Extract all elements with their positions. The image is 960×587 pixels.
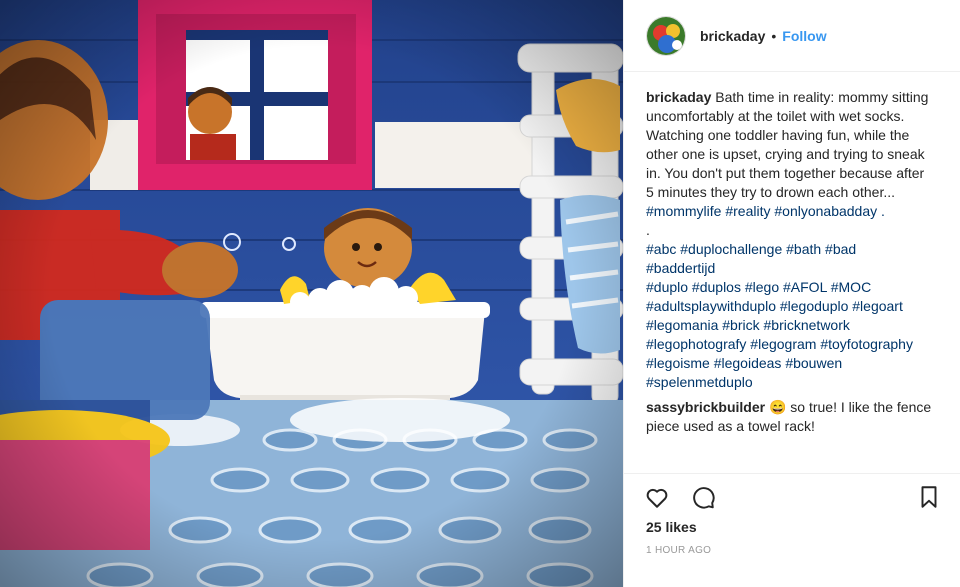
post-sidebar: brickaday • Follow brickaday Bath time i… <box>623 0 960 587</box>
comment-icon <box>693 487 715 509</box>
caption-username[interactable]: brickaday <box>646 89 711 105</box>
post-photo[interactable] <box>0 0 623 587</box>
caption-text: Bath time in reality: mommy sitting <box>715 89 929 105</box>
hashtag-line[interactable]: #adultsplaywithduplo #legoduplo #legoart <box>646 297 946 316</box>
likes-count[interactable]: 25 likes <box>646 519 697 535</box>
comment-text: piece used as a towel rack! <box>646 418 815 434</box>
comment: sassybrickbuilder 😄 so true! I like the … <box>646 398 946 436</box>
header-username[interactable]: brickaday <box>700 28 765 44</box>
post-actions: 25 likes 1 HOUR AGO <box>624 473 960 587</box>
hashtag-line[interactable]: #legomania #brick #bricknetwork <box>646 316 946 335</box>
hashtag-line[interactable]: #legophotografy #legogram #toyfotography <box>646 335 946 354</box>
smile-emoji-icon: 😄 <box>768 399 787 415</box>
hashtag-line[interactable]: #baddertijd <box>646 259 946 278</box>
lego-bath-scene-image <box>0 0 623 587</box>
caption-first-line: brickaday Bath time in reality: mommy si… <box>646 88 946 107</box>
action-icons <box>644 484 944 512</box>
bookmark-icon <box>921 486 937 508</box>
hashtag-line[interactable]: #spelenmetduplo <box>646 373 946 392</box>
caption-line: . <box>646 222 650 238</box>
comments-section: brickaday Bath time in reality: mommy si… <box>646 88 946 436</box>
heart-icon <box>646 489 668 508</box>
save-button[interactable] <box>916 484 944 512</box>
comment-first-line: sassybrickbuilder 😄 so true! I like the … <box>646 398 946 417</box>
hashtag-line[interactable]: #mommylife #reality #onlyonabadday . <box>646 202 946 221</box>
comment-button[interactable] <box>690 484 718 512</box>
caption-line: Watching one toddler having fun, while t… <box>646 127 910 143</box>
hashtag-line[interactable]: #abc #duplochallenge #bath #bad <box>646 240 946 259</box>
comment-text: so true! I like the fence <box>790 399 932 415</box>
header-separator: • <box>771 27 777 44</box>
caption-line: uncomfortably at the toilet with wet soc… <box>646 108 905 124</box>
caption: brickaday Bath time in reality: mommy si… <box>646 88 946 392</box>
post-header: brickaday • Follow <box>624 0 960 72</box>
caption-line: other one is upset, crying and trying to… <box>646 146 925 162</box>
like-button[interactable] <box>644 484 672 512</box>
caption-line: in. You don't put them together because … <box>646 165 925 181</box>
comment-username[interactable]: sassybrickbuilder <box>646 399 765 415</box>
follow-button[interactable]: Follow <box>782 28 826 44</box>
avatar-image <box>647 16 685 55</box>
hashtag-line[interactable]: #duplo #duplos #lego #AFOL #MOC <box>646 278 946 297</box>
hashtag-line[interactable]: #legoisme #legoideas #bouwen <box>646 354 946 373</box>
caption-line: 5 minutes they try to drown each other..… <box>646 184 896 200</box>
avatar[interactable] <box>646 15 686 56</box>
post-timestamp[interactable]: 1 HOUR AGO <box>646 545 711 556</box>
